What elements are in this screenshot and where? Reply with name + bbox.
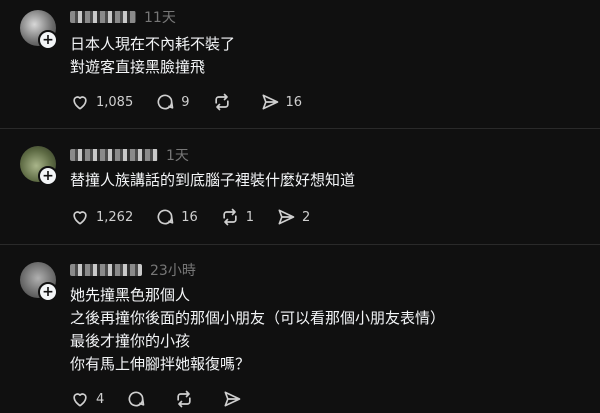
share-button[interactable] [222, 389, 248, 409]
post-text-line: 日本人現在不內耗不裝了 [70, 35, 236, 53]
post-header: 11天 [70, 7, 176, 27]
post-text-line: 對遊客直接黑臉撞飛 [70, 58, 206, 76]
action-bar: 1,085 9 16 [70, 91, 324, 113]
follow-plus-icon[interactable]: + [38, 166, 58, 186]
username-redacted[interactable] [70, 264, 142, 276]
username-redacted[interactable] [70, 11, 136, 23]
share-count: 2 [302, 209, 311, 225]
send-icon [262, 94, 278, 110]
send-icon [278, 209, 295, 225]
post-time: 1天 [166, 148, 189, 164]
reply-count: 9 [181, 94, 190, 110]
repost-count: 1 [245, 209, 255, 225]
reply-count: 16 [181, 209, 198, 225]
repost-icon [214, 93, 229, 111]
like-count: 1,262 [96, 209, 134, 225]
share-button[interactable]: 2 [276, 207, 310, 227]
like-count: 1,085 [96, 94, 134, 110]
post-text-line: 最後才撞你的小孩 [70, 332, 191, 350]
repost-icon [177, 390, 191, 408]
send-icon [224, 391, 241, 407]
share-count: 16 [285, 94, 303, 110]
follow-plus-icon[interactable]: + [38, 282, 58, 302]
reply-button[interactable] [126, 389, 152, 409]
post-time: 11天 [144, 10, 176, 26]
reply-button[interactable]: 9 [155, 92, 190, 112]
action-bar: 1,262 16 1 2 [70, 206, 332, 228]
post-header: 1天 [70, 145, 189, 165]
like-button[interactable]: 1,262 [70, 207, 133, 227]
like-button[interactable]: 1,085 [70, 92, 133, 112]
comment-icon [128, 391, 145, 407]
like-button[interactable]: 4 [70, 389, 104, 409]
heart-icon [73, 393, 87, 407]
post-time: 23小時 [150, 263, 196, 279]
action-bar: 4 [70, 388, 270, 410]
share-button[interactable]: 16 [260, 92, 303, 112]
like-count: 4 [96, 391, 105, 407]
repost-button[interactable]: 1 [220, 207, 254, 227]
username-redacted[interactable] [70, 149, 158, 161]
heart-icon [73, 96, 87, 110]
follow-plus-icon[interactable]: + [38, 30, 58, 50]
comment-icon [157, 94, 174, 110]
repost-icon [223, 208, 237, 226]
comment-icon [157, 209, 174, 225]
repost-button[interactable] [174, 389, 200, 409]
post-text-line: 替撞人族講話的到底腦子裡裝什麼好想知道 [70, 171, 356, 189]
post-text-line: 你有馬上伸腳拌她報復嗎？ [70, 355, 251, 373]
post-header: 23小時 [70, 260, 196, 280]
repost-button[interactable] [212, 92, 238, 112]
post-text-line: 之後再撞你後面的那個小朋友（可以看那個小朋友表情） [70, 309, 446, 327]
reply-button[interactable]: 16 [155, 207, 198, 227]
divider [0, 128, 600, 129]
post-text-line: 她先撞黑色那個人 [70, 286, 191, 304]
divider [0, 244, 600, 245]
heart-icon [73, 211, 87, 225]
